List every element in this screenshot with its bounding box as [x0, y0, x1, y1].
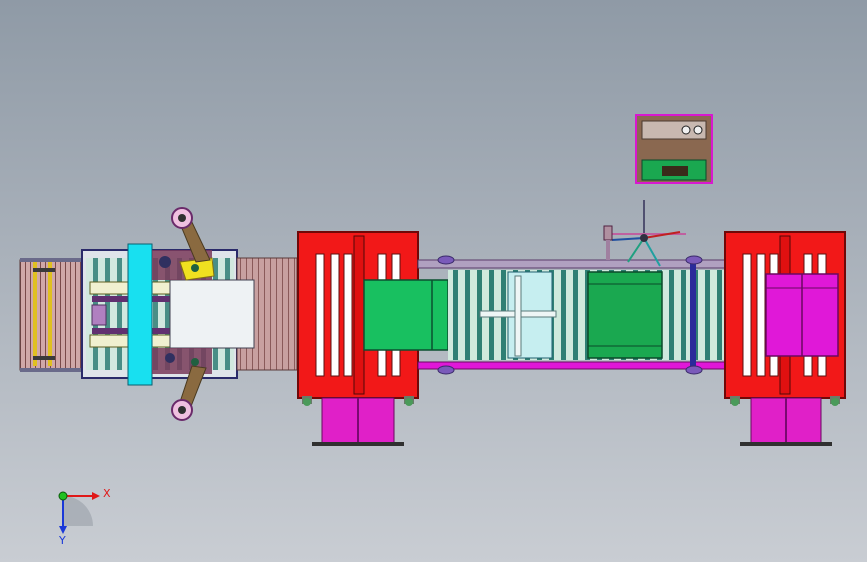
fold-plate: [169, 279, 255, 349]
control-knob-1[interactable]: [681, 125, 691, 135]
infeed-sensor-bottom: [33, 356, 55, 360]
sealer-left-divider: [353, 235, 365, 395]
assembly-drawing: X Y: [0, 0, 867, 562]
conveyor-rail-bottom: [417, 361, 727, 370]
infeed-guide-right: [48, 262, 52, 366]
infeed-side-rail-bottom: [20, 368, 84, 372]
control-box[interactable]: [635, 114, 713, 184]
infeed-guide-left: [33, 262, 37, 366]
control-display: [662, 166, 688, 176]
conveyor-rail-top: [417, 259, 727, 269]
infeed-conveyor[interactable]: [19, 258, 85, 372]
carton-pallet[interactable]: [587, 271, 663, 359]
sealer-left-hood[interactable]: [363, 279, 449, 351]
triad-origin: [58, 491, 68, 501]
cad-viewport[interactable]: X Y: [0, 0, 867, 562]
control-knob-2[interactable]: [693, 125, 703, 135]
cyan-pusher-plate[interactable]: [127, 243, 153, 386]
y-axis-label: Y: [58, 534, 66, 547]
infeed-side-rail-top: [20, 258, 84, 262]
purple-block: [91, 304, 107, 326]
infeed-sensor-top: [33, 268, 55, 272]
roller-conveyor[interactable]: [417, 255, 728, 375]
x-axis-label: X: [103, 487, 111, 500]
